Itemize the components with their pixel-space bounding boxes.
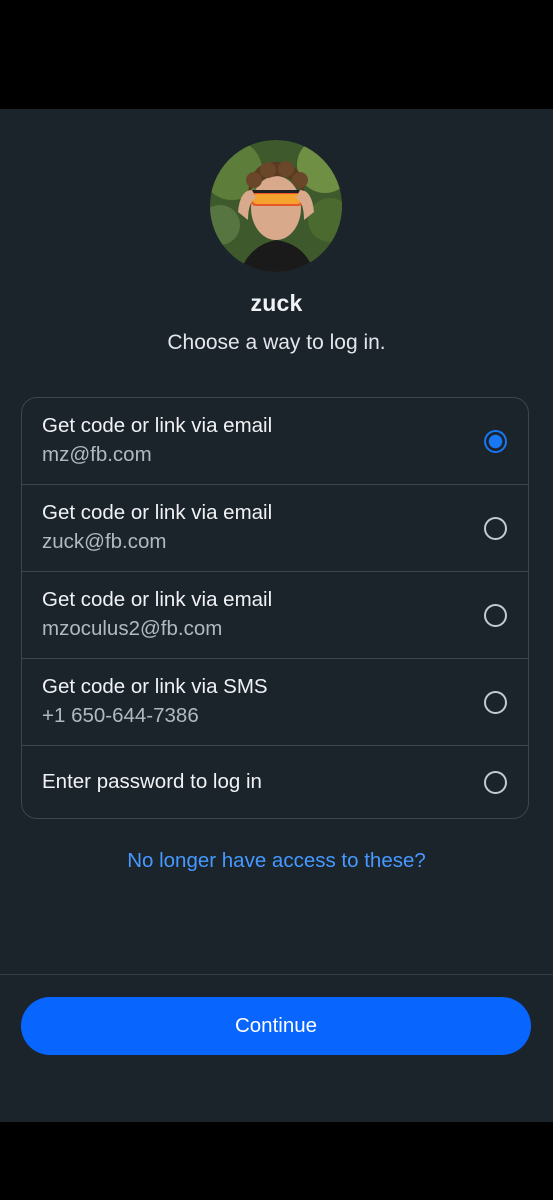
avatar-photo [210,140,342,272]
login-option-email-zuck[interactable]: Get code or link via email zuck@fb.com [22,485,528,572]
radio-selected[interactable] [484,430,507,453]
radio-unselected[interactable] [484,604,507,627]
page-subtitle: Choose a way to log in. [167,331,386,354]
divider [0,974,553,975]
radio-unselected[interactable] [484,771,507,794]
option-detail: mzoculus2@fb.com [42,617,223,640]
login-option-email-mz[interactable]: Get code or link via email mz@fb.com [22,398,528,485]
option-detail: mz@fb.com [42,443,152,466]
option-title: Get code or link via SMS [42,675,268,698]
login-option-sms[interactable]: Get code or link via SMS +1 650-644-7386 [22,659,528,746]
no-access-link[interactable]: No longer have access to these? [0,849,553,873]
option-detail: zuck@fb.com [42,530,167,553]
username: zuck [250,290,303,316]
option-title: Enter password to log in [42,770,262,793]
login-option-password[interactable]: Enter password to log in [22,746,528,818]
option-title: Get code or link via email [42,501,273,524]
continue-button[interactable]: Continue [21,997,531,1055]
login-options-list: Get code or link via email mz@fb.com Get… [21,397,529,819]
option-title: Get code or link via email [42,588,273,611]
option-detail: +1 650-644-7386 [42,704,199,727]
login-screen: zuck Choose a way to log in. Get code or… [0,109,553,1122]
radio-unselected[interactable] [484,517,507,540]
avatar [210,140,342,272]
login-option-email-mzoculus2[interactable]: Get code or link via email mzoculus2@fb.… [22,572,528,659]
radio-unselected[interactable] [484,691,507,714]
option-title: Get code or link via email [42,414,273,437]
